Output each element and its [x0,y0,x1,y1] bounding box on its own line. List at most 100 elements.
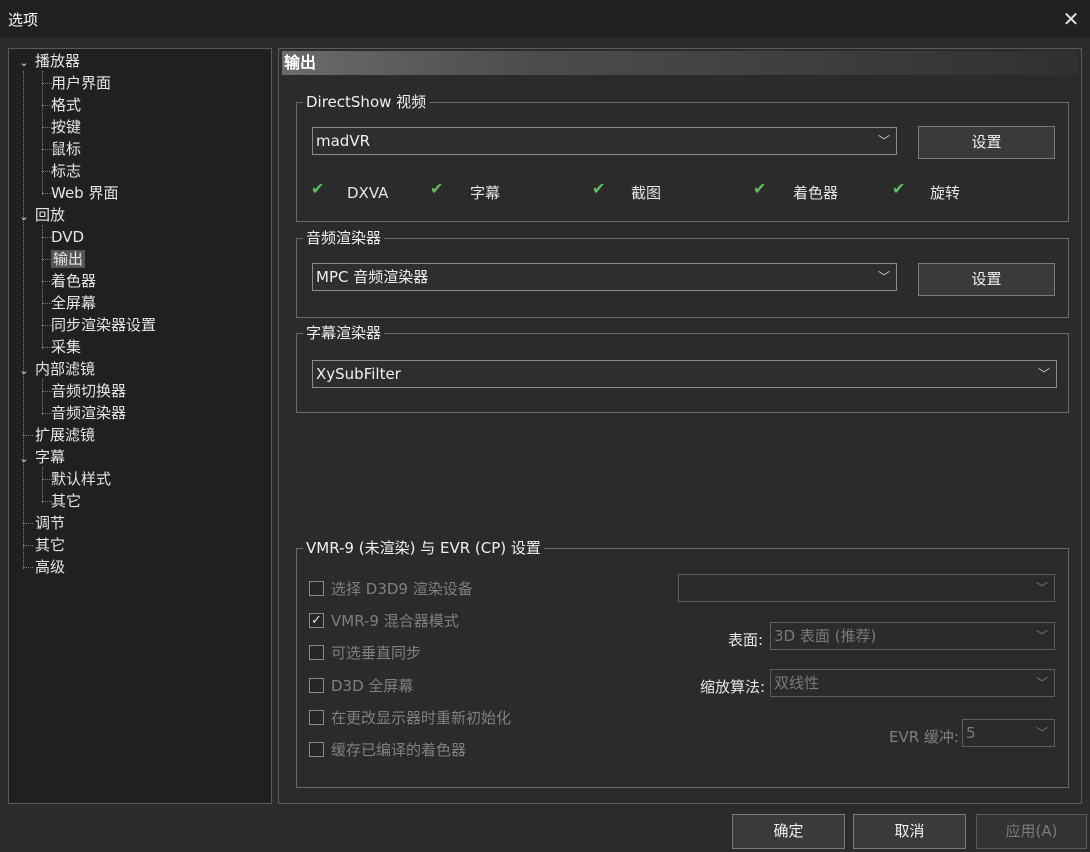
directshow-renderer-select[interactable]: madVR ﹀ [312,127,897,155]
checkbox-box[interactable] [309,710,324,725]
chevron-down-icon: ﹀ [1035,676,1048,690]
resize-value: 双线性 [774,674,820,692]
audio-renderer-value: MPC 音频渲染器 [316,268,429,286]
checkbox-label: D3D 全屏幕 [331,677,414,695]
tree-item-label: 用户界面 [51,74,112,92]
tree-item[interactable]: 采集 [51,336,81,358]
tree-item[interactable]: 同步渲染器设置 [51,314,156,336]
chevron-down-icon: ﹀ [1037,367,1050,381]
chevron-down-icon: ﹀ [1035,726,1048,740]
chevron-down-icon: ﹀ [877,270,890,284]
tree-item-label: 回放 [35,206,66,224]
tree-item[interactable]: 其它 [51,490,81,512]
checkbox-label: VMR-9 混合器模式 [331,612,459,630]
title-bar: 选项 ✕ [0,0,1090,38]
tree-item[interactable]: 扩展滤镜 [17,424,95,446]
directshow-group: DirectShow 视频 madVR ﹀ 设置 ✔ DXVA ✔ 字幕 ✔ 截… [296,93,1069,222]
tree-item-label: 内部滤镜 [35,360,96,378]
check-icon: ✔ [892,179,906,198]
close-icon[interactable]: ✕ [1056,4,1086,34]
vmr-evr-legend: VMR-9 (未渲染) 与 EVR (CP) 设置 [303,539,544,557]
tree-item-label: DVD [51,228,85,246]
tree-item-label: 标志 [51,162,82,180]
tree-item-label: Web 界面 [51,184,119,202]
subtitle-renderer-legend: 字幕渲染器 [303,324,385,342]
vmr-evr-group: VMR-9 (未渲染) 与 EVR (CP) 设置 选择 D3D9 渲染设备 ✓… [296,539,1069,788]
tree-item[interactable]: 全屏幕 [51,292,96,314]
tree-item-label: 字幕 [35,448,66,466]
apply-button[interactable]: 应用(A) [976,814,1087,849]
tree-item-label: 鼠标 [51,140,82,158]
tree-item[interactable]: 默认样式 [51,468,111,490]
directshow-legend: DirectShow 视频 [303,93,430,111]
resize-label: 缩放算法: [700,678,766,696]
tree-item-label: 音频切换器 [51,382,127,400]
chevron-down-icon: ﹀ [877,134,890,148]
resize-select[interactable]: 双线性 ﹀ [770,669,1055,697]
chevron-down-icon: ﹀ [1035,629,1048,643]
checkbox-box[interactable] [309,645,324,660]
evr-buffer-select[interactable]: 5 ﹀ [962,719,1055,747]
checkbox-label: 可选垂直同步 [331,644,422,662]
options-tree[interactable]: ⌄ 播放器 用户界面 格式 按键 鼠标 标志 Web 界面 ⌄ 回放 DVD 输出 着色器 全屏幕 同步渲染… [8,48,272,804]
tree-item-label: 扩展滤镜 [35,426,96,444]
tree-item[interactable]: 鼠标 [51,138,81,160]
checkbox-box[interactable]: ✓ [309,613,324,628]
window-title: 选项 [8,11,39,29]
tree-item[interactable]: 高级 [17,556,65,578]
audio-renderer-select[interactable]: MPC 音频渲染器 ﹀ [312,263,897,291]
tree-item-label: 全屏幕 [51,294,97,312]
checkbox-label: 在更改显示器时重新初始化 [331,709,512,727]
tree-item-label: 其它 [51,492,82,510]
tree-item[interactable]: 其它 [17,534,65,556]
chevron-down-icon[interactable]: ⌄ [17,360,31,382]
directshow-settings-button[interactable]: 设置 [918,126,1055,159]
chevron-down-icon[interactable]: ⌄ [17,448,31,470]
checkbox-box[interactable] [309,742,324,757]
tree-item[interactable]: Web 界面 [51,182,118,204]
output-panel: 输出 DirectShow 视频 madVR ﹀ 设置 ✔ DXVA ✔ 字幕 … [278,48,1082,804]
tree-item-label: 播放器 [35,52,81,70]
tree-item-label: 着色器 [51,272,97,290]
check-icon: ✔ [753,179,767,198]
surface-select[interactable]: 3D 表面 (推荐) ﹀ [770,622,1055,650]
tree-item[interactable]: ⌄ 播放器 [17,50,80,72]
checkbox-box[interactable] [309,678,324,693]
capability-label: 旋转 [930,184,961,202]
tree-item[interactable]: 调节 [17,512,65,534]
ok-button[interactable]: 确定 [732,814,845,849]
tree-item[interactable]: 音频渲染器 [51,402,126,424]
tree-item-label: 其它 [35,536,66,554]
capability-label: 截图 [631,184,662,202]
audio-renderer-legend: 音频渲染器 [303,229,385,247]
tree-item-label: 格式 [51,96,82,114]
tree-item[interactable]: ⌄ 字幕 [17,446,65,468]
tree-item[interactable]: 用户界面 [51,72,111,94]
tree-item-label: 按键 [51,118,82,136]
tree-item-label: 高级 [35,558,66,576]
tree-item[interactable]: 音频切换器 [51,380,126,402]
checkbox-box[interactable] [309,581,324,596]
tree-item[interactable]: 着色器 [51,270,96,292]
checkbox-label: 缓存已编译的着色器 [331,741,467,759]
audio-settings-button[interactable]: 设置 [918,263,1055,296]
check-icon: ✔ [311,179,325,198]
surface-value: 3D 表面 (推荐) [774,627,877,645]
d3d9-device-select[interactable]: ﹀ [678,574,1055,602]
cancel-button[interactable]: 取消 [853,814,966,849]
tree-item[interactable]: 输出 [51,248,86,270]
chevron-down-icon[interactable]: ⌄ [17,206,31,228]
tree-item[interactable]: 标志 [51,160,81,182]
tree-item[interactable]: ⌄ 回放 [17,204,65,226]
tree-item-label: 输出 [51,250,86,268]
chevron-down-icon[interactable]: ⌄ [17,52,31,74]
directshow-renderer-value: madVR [316,132,371,150]
subtitle-renderer-select[interactable]: XySubFilter ﹀ [312,360,1057,388]
tree-item[interactable]: 按键 [51,116,81,138]
tree-item-label: 调节 [35,514,66,532]
tree-item[interactable]: 格式 [51,94,81,116]
tree-item[interactable]: DVD [51,226,84,248]
capability-label: 字幕 [470,184,501,202]
tree-item-label: 同步渲染器设置 [51,316,157,334]
tree-item[interactable]: ⌄ 内部滤镜 [17,358,95,380]
